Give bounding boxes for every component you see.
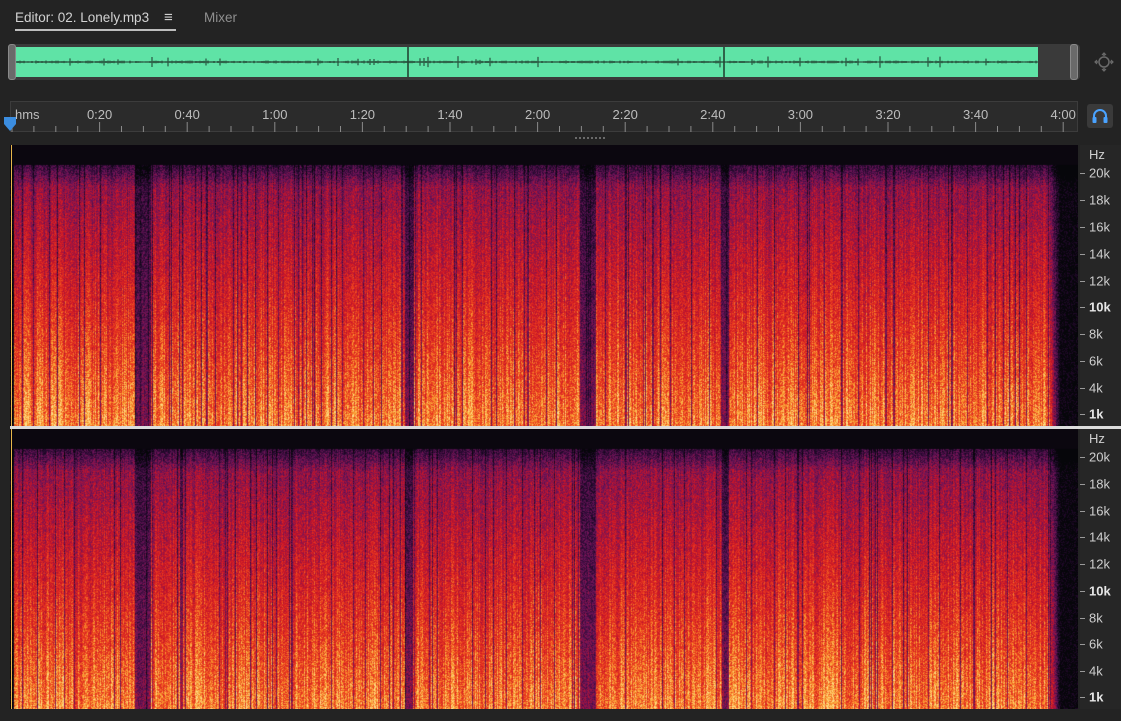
frequency-label: 14k [1089,529,1110,545]
frequency-tick [1080,590,1085,592]
frequency-tick [1080,671,1085,672]
frequency-label: 16k [1089,219,1110,235]
overview-trailing-silence [1038,47,1070,77]
frequency-tick [1080,307,1085,309]
frequency-tick [1080,483,1085,485]
zoom-navigator-icon[interactable] [1094,52,1114,72]
frequency-tick [1080,564,1085,565]
frequency-tick [1080,253,1085,255]
frequency-tick [1080,280,1085,282]
playhead-marker[interactable] [3,116,17,132]
frequency-tick [1080,414,1085,415]
frequency-label: 6k [1089,353,1103,369]
headphones-icon [1092,109,1108,123]
frequency-tick [1080,334,1085,336]
spectrogram-channel-left[interactable] [10,145,1078,426]
frequency-label: 18k [1089,192,1110,208]
overview-right-handle[interactable] [1070,44,1078,80]
spectrogram-channel-right[interactable] [10,429,1078,709]
frequency-label: 14k [1089,246,1110,262]
frequency-tick [1080,199,1085,201]
frequency-label: 16k [1089,503,1110,518]
frequency-label: 8k [1089,326,1103,342]
active-tab-indicator [15,29,176,31]
frequency-label: 18k [1089,476,1110,492]
frequency-unit: Hz [1089,147,1105,162]
overview-waveform-svg [12,47,1069,77]
frequency-scale-left: Hz 20k 18k 16k 14k 12k 10k 8k 6k 4k 1k [1080,145,1121,426]
frequency-tick [1080,173,1085,174]
frequency-label: 4k [1089,380,1103,396]
frequency-label: 10k [1089,299,1111,315]
frequency-label: 10k [1089,583,1111,599]
frequency-tick [1080,510,1085,512]
frequency-label: 1k [1089,406,1104,422]
frequency-label: 6k [1089,636,1103,652]
frequency-tick [1080,644,1085,646]
channel-separator [10,426,1121,429]
frequency-label: 8k [1089,610,1103,625]
frequency-label: 20k [1089,449,1110,465]
frequency-tick [1080,457,1085,458]
tab-bar: Editor: 02. Lonely.mp3 ≡ Mixer [0,0,1121,36]
frequency-tick [1080,537,1085,539]
frequency-label: 20k [1089,165,1110,181]
panel-resize-grip[interactable] [575,137,605,141]
frequency-label: 12k [1089,556,1110,572]
ruler-ticks [11,122,1064,132]
frequency-tick [1080,697,1085,698]
tab-mixer[interactable]: Mixer [204,10,237,25]
overview-waveform[interactable] [12,47,1069,77]
frequency-tick [1080,361,1085,363]
panel-menu-icon[interactable]: ≡ [164,9,173,26]
frequency-tick [1080,388,1085,389]
tab-editor[interactable]: Editor: 02. Lonely.mp3 [15,10,149,25]
frequency-label: 12k [1089,273,1110,288]
frequency-label: 1k [1089,689,1104,705]
frequency-tick [1080,617,1085,619]
frequency-unit: Hz [1089,431,1105,446]
frequency-label: 4k [1089,663,1103,679]
monitor-button[interactable] [1087,104,1113,128]
frequency-scale-right: Hz 20k 18k 16k 14k 12k 10k 8k 6k 4k 1k [1080,429,1121,709]
frequency-tick [1080,226,1085,228]
overview-left-handle[interactable] [8,44,16,80]
time-ruler[interactable]: hms 0:20 0:40 1:00 1:20 1:40 2:00 2:20 2:40 3:00… [10,101,1078,132]
